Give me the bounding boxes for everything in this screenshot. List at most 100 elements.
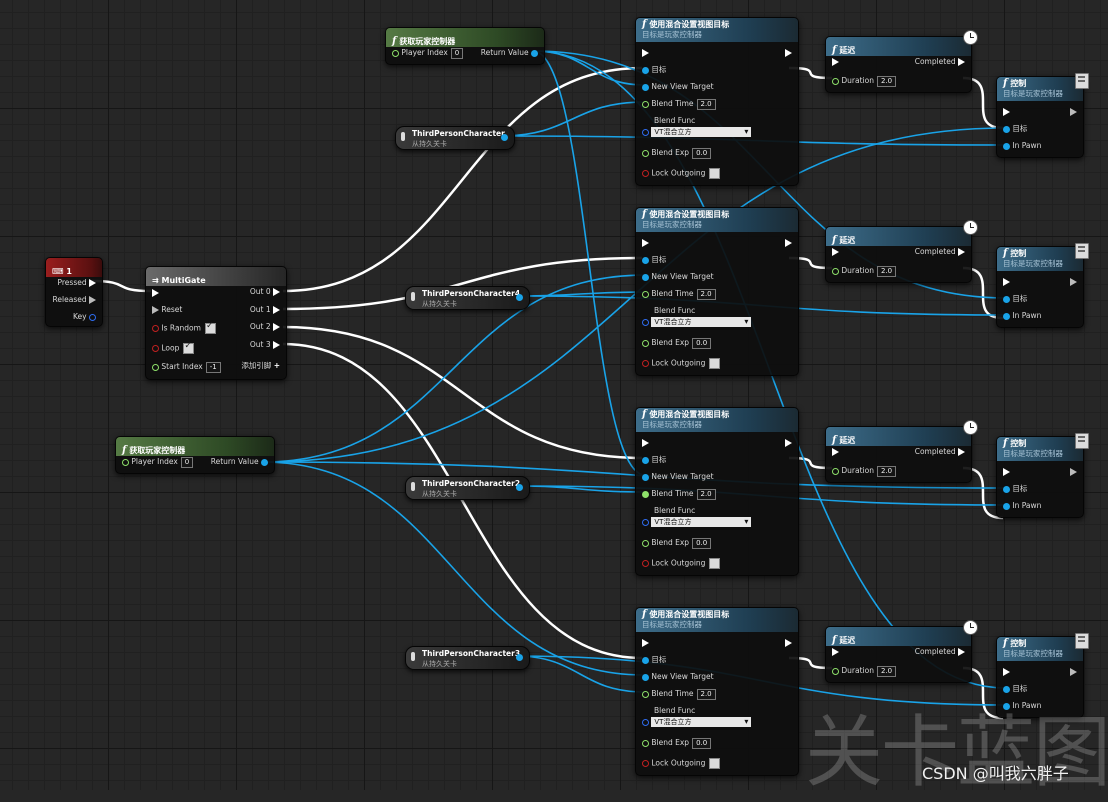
pin-exec-in[interactable] — [1003, 108, 1010, 116]
character-variable-node[interactable]: ThirdPersonCharacter 从持久关卡 — [395, 126, 515, 150]
blend-time-field[interactable]: 2.0 — [696, 689, 716, 700]
pin-target[interactable] — [642, 656, 649, 664]
multigate-node[interactable]: ⇉ MultiGate Reset Is Random Loop Start I… — [145, 266, 287, 380]
pin-character-out[interactable] — [501, 134, 508, 141]
lock-outgoing-checkbox[interactable] — [709, 168, 721, 179]
pin-lock-outgoing[interactable] — [642, 560, 649, 567]
pin-out3[interactable] — [273, 341, 280, 349]
pin-blend-func[interactable] — [642, 718, 649, 726]
pin-blend-func[interactable] — [642, 518, 649, 526]
pin-start-index[interactable] — [152, 363, 159, 371]
pin-blend-exp[interactable] — [642, 739, 649, 747]
possess-node[interactable]: f 控制 目标是玩家控制器 目标 In Pawn — [996, 433, 1089, 518]
pin-loop[interactable] — [152, 345, 159, 352]
pin-blend-time[interactable] — [642, 290, 649, 298]
pin-blend-exp[interactable] — [642, 339, 649, 347]
pin-exec-in[interactable] — [1003, 668, 1010, 676]
player-index-field[interactable]: 0 — [180, 457, 194, 468]
blend-exp-field[interactable]: 0.0 — [692, 738, 712, 749]
lock-outgoing-checkbox[interactable] — [709, 758, 721, 769]
pin-target[interactable] — [642, 256, 649, 264]
set-view-target-node[interactable]: f 使用混合设置视图目标 目标是玩家控制器 目标 New View Target B… — [635, 207, 799, 376]
pin-in-pawn[interactable] — [1003, 312, 1010, 320]
pin-blend-time[interactable] — [642, 690, 649, 698]
blend-exp-field[interactable]: 0.0 — [692, 148, 712, 159]
pin-exec-out[interactable] — [1070, 108, 1077, 116]
blend-func-dropdown[interactable]: VT混合立方 — [651, 317, 752, 327]
add-pin-button[interactable]: 添加引脚 + — [241, 361, 280, 371]
pin-exec-in[interactable] — [1003, 278, 1010, 286]
set-view-target-node[interactable]: f 使用混合设置视图目标 目标是玩家控制器 目标 New View Target B… — [635, 607, 799, 776]
key-event-node[interactable]: ⌨ 1 Pressed Released Key — [45, 257, 103, 327]
pin-exec-out[interactable] — [1070, 668, 1077, 676]
pin-blend-func[interactable] — [642, 128, 649, 136]
blend-time-field[interactable]: 2.0 — [696, 99, 716, 110]
pin-duration[interactable] — [832, 267, 839, 275]
start-index-field[interactable]: -1 — [205, 362, 221, 373]
pin-exec-in[interactable] — [642, 239, 649, 247]
pin-released[interactable] — [89, 296, 96, 304]
pin-reset[interactable] — [152, 306, 159, 314]
pin-exec-out[interactable] — [1070, 278, 1077, 286]
pin-completed[interactable] — [958, 648, 965, 656]
pin-target[interactable] — [642, 66, 649, 74]
blend-exp-field[interactable]: 0.0 — [692, 338, 712, 349]
pin-exec-out[interactable] — [785, 639, 792, 647]
possess-node[interactable]: f 控制 目标是玩家控制器 目标 In Pawn — [996, 243, 1089, 328]
pin-out2[interactable] — [273, 323, 280, 331]
pin-out1[interactable] — [273, 306, 280, 314]
blend-time-field[interactable]: 2.0 — [696, 289, 716, 300]
pin-exec-in[interactable] — [642, 639, 649, 647]
character-variable-node[interactable]: ThirdPersonCharacter2 从持久关卡 — [405, 476, 530, 500]
pin-in-pawn[interactable] — [1003, 502, 1010, 510]
pin-exec-out[interactable] — [785, 239, 792, 247]
pin-blend-func[interactable] — [642, 318, 649, 326]
character-variable-node[interactable]: ThirdPersonCharacter3 从持久关卡 — [405, 646, 530, 670]
delay-node[interactable]: f 延迟 Completed Duration 2.0 — [825, 220, 978, 283]
loop-checkbox[interactable] — [183, 341, 195, 354]
pin-new-view-target[interactable] — [642, 83, 649, 91]
pin-exec-in[interactable] — [642, 49, 649, 57]
blend-exp-field[interactable]: 0.0 — [692, 538, 712, 549]
pin-duration[interactable] — [832, 667, 839, 675]
duration-field[interactable]: 2.0 — [876, 76, 897, 87]
pin-target[interactable] — [1003, 485, 1010, 493]
lock-outgoing-checkbox[interactable] — [709, 358, 721, 369]
lock-outgoing-checkbox[interactable] — [709, 558, 721, 569]
pin-return-value[interactable] — [531, 49, 538, 57]
pin-target[interactable] — [1003, 295, 1010, 303]
pin-lock-outgoing[interactable] — [642, 760, 649, 767]
pin-duration[interactable] — [832, 77, 839, 85]
pin-character-out[interactable] — [516, 654, 523, 661]
pin-exec-out[interactable] — [1070, 468, 1077, 476]
pin-exec-in[interactable] — [832, 448, 839, 456]
duration-field[interactable]: 2.0 — [876, 666, 897, 677]
pin-pressed[interactable] — [89, 279, 96, 287]
pin-completed[interactable] — [958, 58, 965, 66]
pin-completed[interactable] — [958, 448, 965, 456]
pin-blend-exp[interactable] — [642, 539, 649, 547]
pin-target[interactable] — [1003, 125, 1010, 133]
blend-func-dropdown[interactable]: VT混合立方 — [651, 717, 752, 727]
pin-blend-exp[interactable] — [642, 149, 649, 157]
pin-new-view-target[interactable] — [642, 273, 649, 281]
set-view-target-node[interactable]: f 使用混合设置视图目标 目标是玩家控制器 目标 New View Target B… — [635, 407, 799, 576]
pin-character-out[interactable] — [516, 484, 523, 491]
pin-new-view-target[interactable] — [642, 673, 649, 681]
character-variable-node[interactable]: ThirdPersonCharacter4 从持久关卡 — [405, 286, 530, 310]
pin-duration[interactable] — [832, 467, 839, 475]
pin-exec-in[interactable] — [832, 248, 839, 256]
pin-character-out[interactable] — [516, 294, 523, 301]
pin-exec-in[interactable] — [642, 439, 649, 447]
delay-node[interactable]: f 延迟 Completed Duration 2.0 — [825, 30, 978, 93]
pin-completed[interactable] — [958, 248, 965, 256]
delay-node[interactable]: f 延迟 Completed Duration 2.0 — [825, 620, 978, 683]
get-player-controller-node[interactable]: f 获取玩家控制器 Player Index 0 Return Value — [385, 27, 545, 65]
pin-exec-in[interactable] — [832, 648, 839, 656]
pin-exec-in[interactable] — [152, 289, 159, 297]
pin-is-random[interactable] — [152, 325, 159, 332]
pin-return-value[interactable] — [261, 458, 268, 466]
pin-lock-outgoing[interactable] — [642, 170, 649, 177]
pin-in-pawn[interactable] — [1003, 142, 1010, 150]
pin-key[interactable] — [89, 313, 96, 321]
